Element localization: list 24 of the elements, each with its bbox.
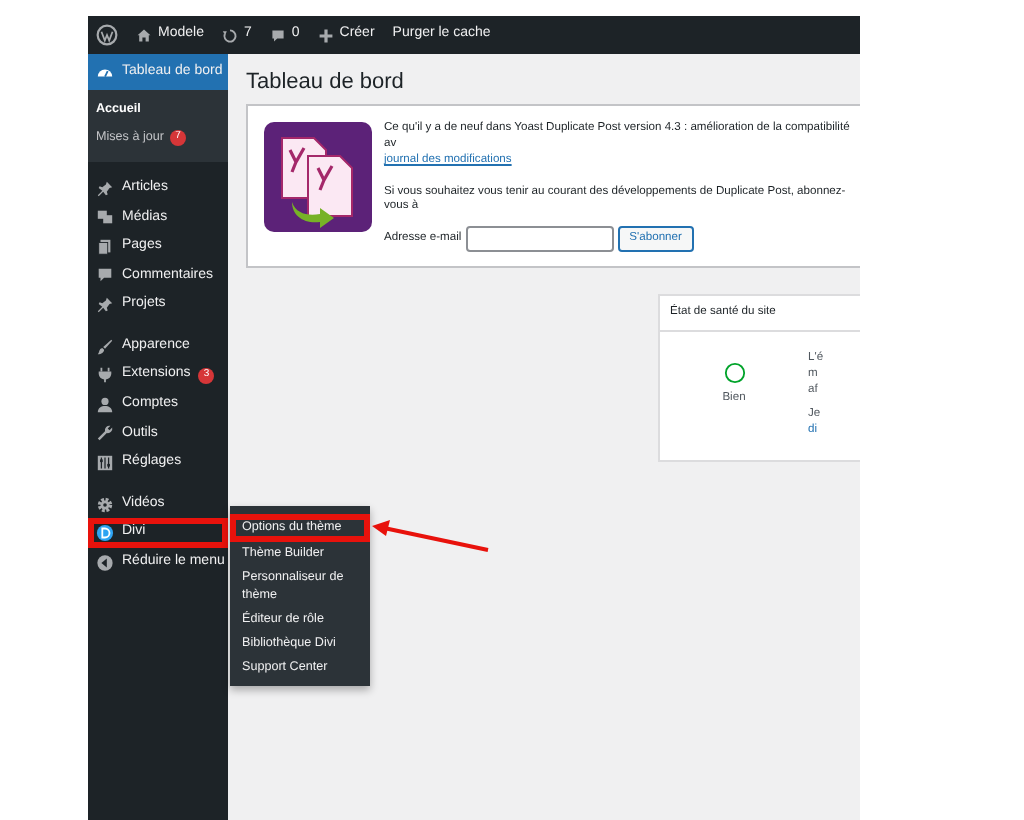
user-icon [96,395,114,414]
brush-icon [96,337,114,356]
wordpress-icon[interactable] [96,24,118,46]
wrench-icon [96,424,114,443]
pin-icon [96,179,114,198]
page-icon [96,237,114,256]
gauge-icon [96,63,114,81]
gear-icon [96,495,114,514]
divi-icon [96,524,114,543]
plug-icon [96,366,114,385]
status-ring-icon [723,361,745,384]
collapse-icon [96,553,114,572]
pin-icon [96,296,114,315]
comment-icon [269,27,286,43]
home-icon [136,27,152,43]
email-field[interactable] [465,226,614,253]
refresh-icon [221,27,238,43]
annotation-arrow [372,520,492,553]
settings-icon [96,454,114,473]
page-title: Tableau de bord [246,70,406,97]
plus-icon [317,27,334,43]
media-icon [96,208,114,227]
duplicate-post-icon [264,122,372,233]
comment-icon [96,266,114,285]
